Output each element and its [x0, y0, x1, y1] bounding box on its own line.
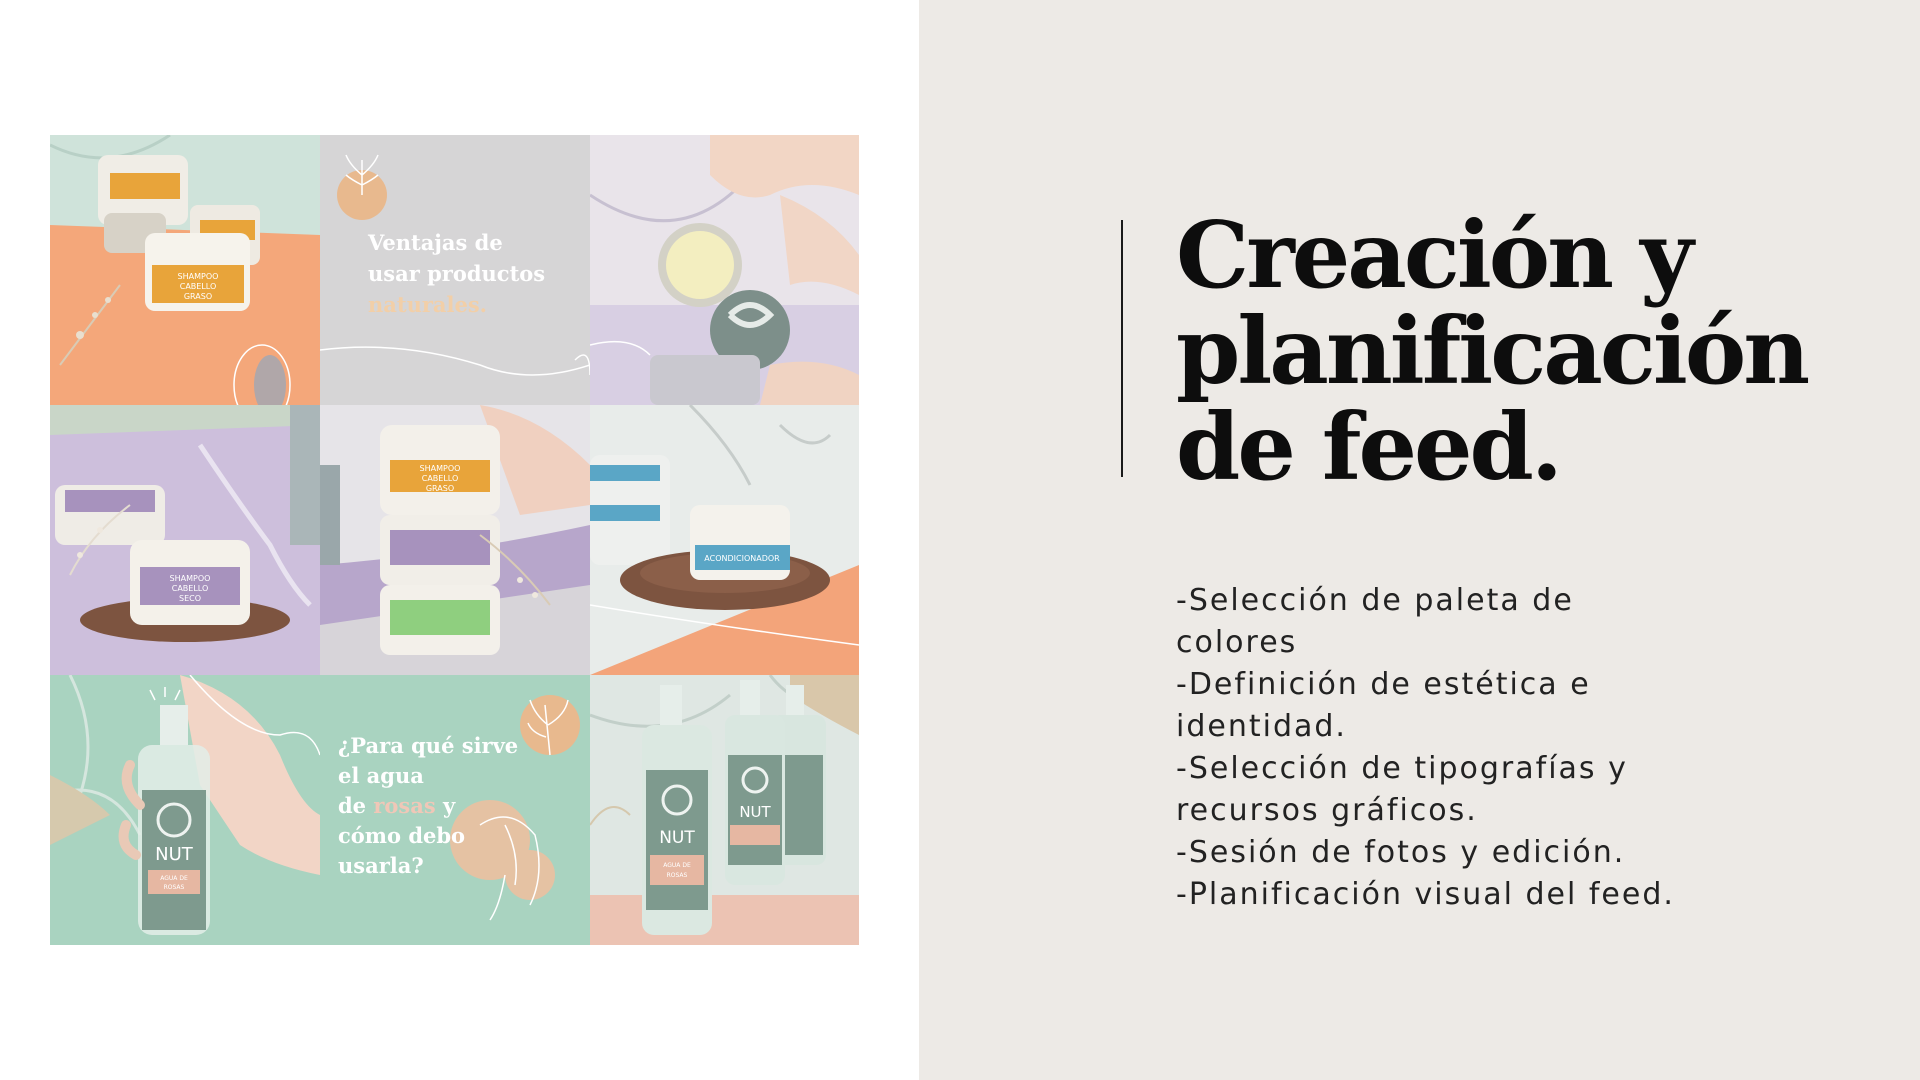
tile-heading-line2: usar productos [368, 261, 546, 286]
label-seco-line2: CABELLO [172, 584, 209, 593]
tile-heading-ventajas: Ventajas de usar productos naturales. [368, 227, 578, 320]
feed-tile-spray-hand: NUT AGUA DE ROSAS [50, 675, 320, 945]
label-acondicionador: ACONDICIONADOR [704, 554, 780, 563]
tile-heading-accent: naturales. [368, 292, 487, 317]
list-line: colores [1176, 625, 1298, 660]
tile8-line4: cómo debo [338, 823, 466, 848]
label-agua-line1: AGUA DE [160, 875, 188, 882]
list-line: recursos gráficos. [1176, 793, 1478, 828]
instagram-feed-grid: SHAMPOO CABELLO GRASO Ventajas de usar p… [50, 135, 859, 945]
brand-logo-nut-3: NUT [659, 828, 695, 848]
label-graso-line3: GRASO [184, 292, 212, 301]
list-line: -Planificación visual del feed. [1176, 877, 1675, 912]
left-panel: SHAMPOO CABELLO GRASO Ventajas de usar p… [0, 0, 919, 1080]
label-agua3-line2: ROSAS [667, 872, 688, 879]
brand-logo-nut: NUT [155, 844, 194, 865]
feed-tile-agua-rosas: ¿Para qué sirve el agua de rosas y cómo … [320, 675, 590, 945]
feed-tile-ventajas: Ventajas de usar productos naturales. [320, 135, 590, 405]
label-seco-line1: SHAMPOO [170, 574, 211, 583]
label-seco-line3: SECO [179, 594, 201, 603]
tile8-accent: rosas [373, 793, 436, 818]
tile8-line5: usarla? [338, 853, 424, 878]
tile-heading-agua-rosas: ¿Para qué sirve el agua de rosas y cómo … [338, 731, 568, 881]
list-line: -Sesión de fotos y edición. [1176, 835, 1626, 870]
title-line-1: Creación y [1176, 201, 1694, 309]
page-title: Creación y planificación de feed. [1176, 201, 1810, 501]
label-cabello-line2: CABELLO [180, 282, 217, 291]
tile8-line1: ¿Para qué sirve [338, 733, 519, 758]
list-line: identidad. [1176, 709, 1347, 744]
label-agua-line2: ROSAS [164, 884, 185, 891]
vertical-divider [1121, 220, 1123, 477]
tile8-line3-pre: de [338, 793, 374, 818]
tile8-line3: de rosas y [338, 791, 568, 821]
brand-logo-nut-2: NUT [739, 803, 771, 821]
tile8-line2: el agua [338, 763, 424, 788]
title-line-3: de feed. [1176, 393, 1563, 501]
list-line: -Selección de paleta de [1176, 583, 1574, 618]
list-line: -Definición de estética e [1176, 667, 1591, 702]
feed-tile-stacked-bars: SHAMPOO CABELLO GRASO [320, 405, 590, 675]
tile8-line3-post: y [435, 793, 456, 818]
label-graso2-line2: CABELLO [422, 474, 459, 483]
feed-tile-acondicionador: ACONDICIONADOR [590, 405, 859, 675]
list-line: -Selección de tipografías y [1176, 751, 1628, 786]
label-shampoo-line1: SHAMPOO [178, 272, 219, 281]
feed-tile-shampoo-seco: SHAMPOO CABELLO SECO [50, 405, 320, 675]
right-panel [919, 0, 1920, 1080]
title-line-2: planificación [1176, 297, 1810, 405]
label-graso2-line1: SHAMPOO [420, 464, 461, 473]
feed-tile-hands-tin [590, 135, 859, 405]
tile-heading-line1: Ventajas de [368, 230, 503, 255]
services-list: -Selección de paleta de colores -Definic… [1176, 580, 1736, 916]
label-graso2-line3: GRASO [426, 484, 454, 493]
feed-tile-spray-bottles: NUT NUT AGUA DE ROSAS [590, 675, 859, 945]
feed-tile-shampoo-graso: SHAMPOO CABELLO GRASO [50, 135, 320, 405]
label-agua3-line1: AGUA DE [663, 862, 691, 869]
